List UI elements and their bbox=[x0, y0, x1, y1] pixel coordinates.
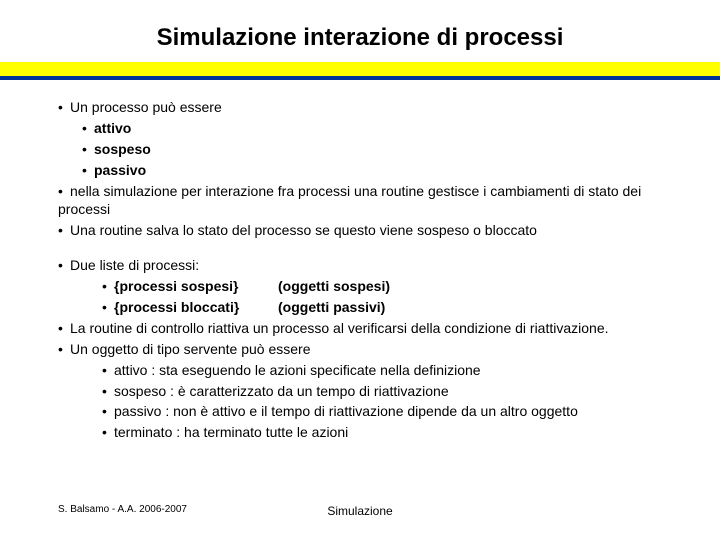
slide-title: Simulazione interazione di processi bbox=[0, 0, 720, 62]
bullet-item: •Un oggetto di tipo servente può essere bbox=[58, 340, 662, 359]
text: Un processo può essere bbox=[70, 99, 222, 115]
text: passivo bbox=[94, 162, 146, 178]
sub-bullet-item: •sospeso : è caratterizzato da un tempo … bbox=[58, 382, 662, 401]
sub-bullet-item: •sospeso bbox=[58, 140, 662, 159]
bullet-item: •La routine di controllo riattiva un pro… bbox=[58, 319, 662, 338]
bullet-item: •nella simulazione per interazione fra p… bbox=[58, 182, 662, 220]
sub-bullet-two-col: •{processi bloccati} (oggetti passivi) bbox=[58, 298, 662, 317]
title-rule bbox=[0, 62, 720, 80]
text: attivo : sta eseguendo le azioni specifi… bbox=[114, 362, 481, 378]
sub-bullet-item: •passivo : non è attivo e il tempo di ri… bbox=[58, 402, 662, 421]
sub-bullet-two-col: •{processi sospesi} (oggetti sospesi) bbox=[58, 277, 662, 296]
text: Una routine salva lo stato del processo … bbox=[70, 222, 537, 238]
bullet-item: •Due liste di processi: bbox=[58, 256, 662, 275]
text-right: (oggetti sospesi) bbox=[278, 278, 390, 294]
sub-bullet-item: •attivo bbox=[58, 119, 662, 138]
footer-author: S. Balsamo - A.A. 2006-2007 bbox=[58, 504, 187, 515]
text: passivo : non è attivo e il tempo di ria… bbox=[114, 403, 578, 419]
text-left: {processi bloccati} bbox=[114, 299, 239, 315]
sub-bullet-item: •passivo bbox=[58, 161, 662, 180]
text: terminato : ha terminato tutte le azioni bbox=[114, 424, 348, 440]
bullet-item: •Una routine salva lo stato del processo… bbox=[58, 221, 662, 240]
text: nella simulazione per interazione fra pr… bbox=[58, 183, 641, 218]
rule-yellow bbox=[0, 62, 720, 76]
text: Due liste di processi: bbox=[70, 257, 199, 273]
sub-bullet-item: •terminato : ha terminato tutte le azion… bbox=[58, 423, 662, 442]
text: attivo bbox=[94, 120, 131, 136]
text-right: (oggetti passivi) bbox=[278, 299, 385, 315]
bullet-item: •Un processo può essere bbox=[58, 98, 662, 117]
slide-footer: S. Balsamo - A.A. 2006-2007 Simulazione bbox=[0, 504, 720, 518]
text: La routine di controllo riattiva un proc… bbox=[70, 320, 609, 336]
text: sospeso bbox=[94, 141, 151, 157]
sub-bullet-item: •attivo : sta eseguendo le azioni specif… bbox=[58, 361, 662, 380]
slide-body: •Un processo può essere •attivo •sospeso… bbox=[0, 80, 720, 442]
text: Un oggetto di tipo servente può essere bbox=[70, 341, 311, 357]
text: sospeso : è caratterizzato da un tempo d… bbox=[114, 383, 449, 399]
text-left: {processi sospesi} bbox=[114, 278, 239, 294]
